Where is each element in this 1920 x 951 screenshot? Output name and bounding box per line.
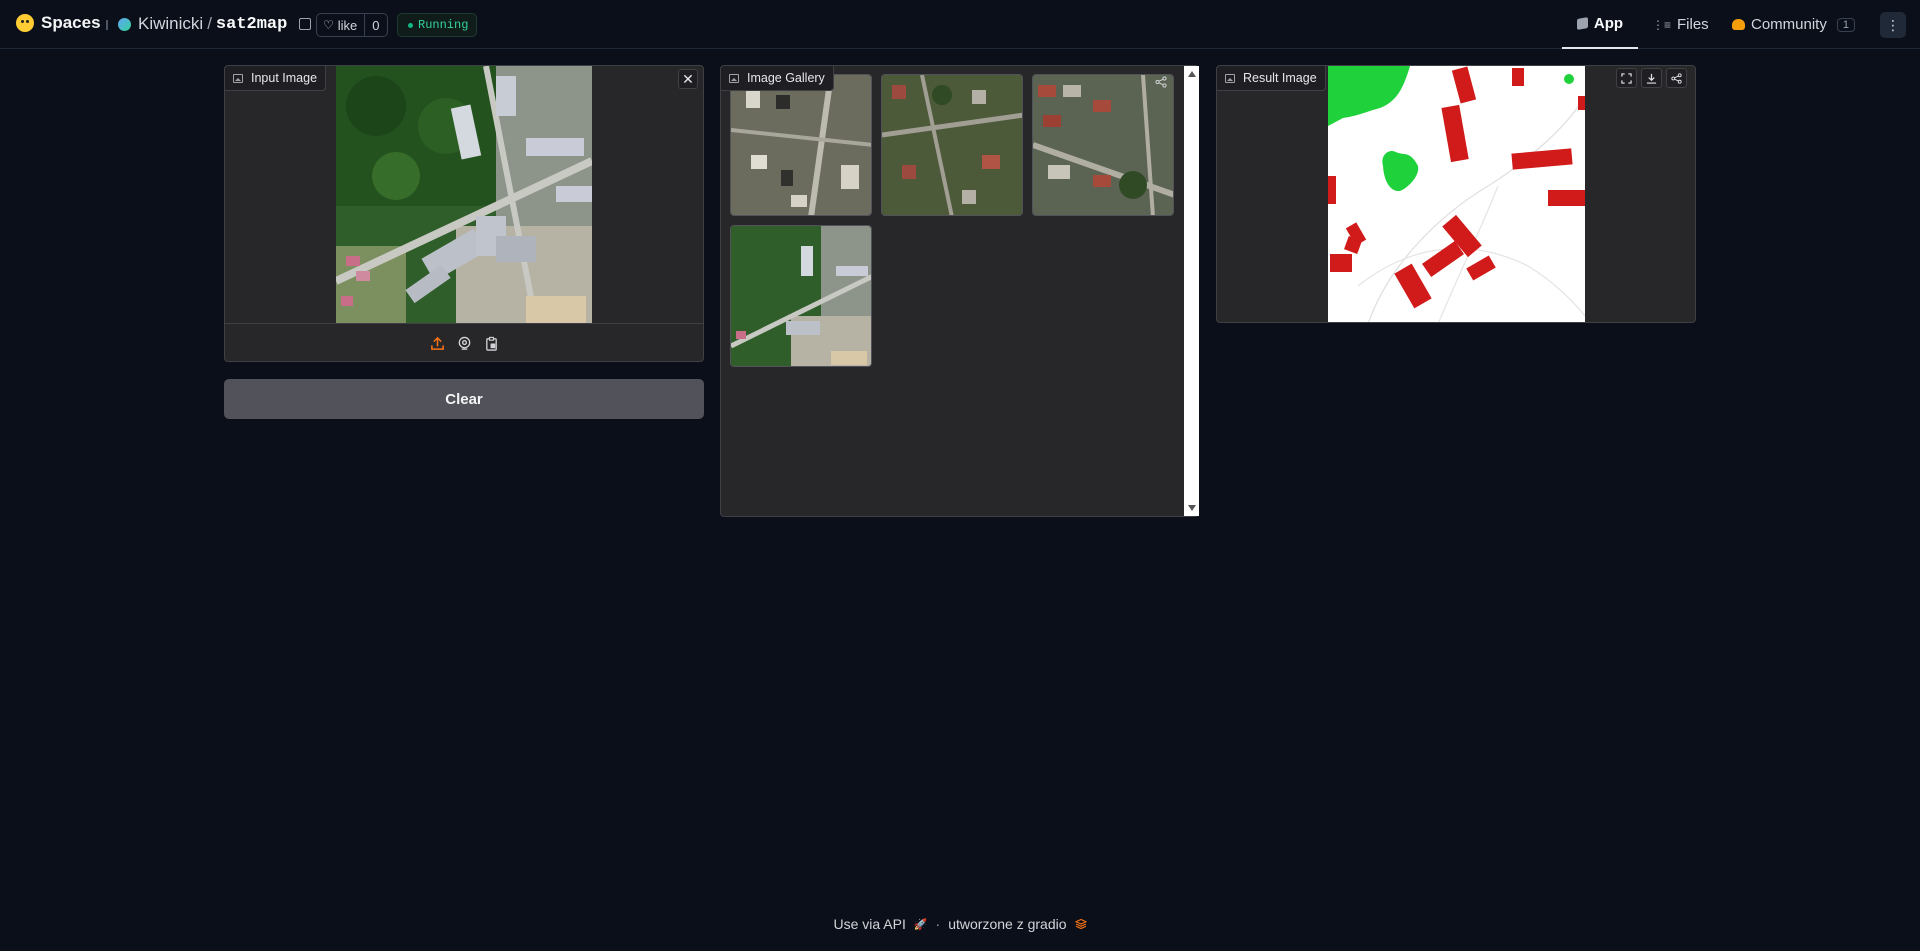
image-gallery-panel: Image Gallery <box>720 65 1199 517</box>
clipboard-icon <box>485 336 497 351</box>
footer: Use via API 🚀 · utworzone z gradio <box>0 916 1920 932</box>
gallery-scrollbar[interactable] <box>1184 66 1199 516</box>
close-icon: ✕ <box>682 70 694 87</box>
more-options-button[interactable]: ⋮ <box>1880 12 1906 38</box>
download-icon <box>1646 73 1657 84</box>
clipboard-button[interactable] <box>483 336 499 352</box>
status-badge[interactable]: Running <box>397 13 477 37</box>
download-button[interactable] <box>1641 68 1662 88</box>
image-icon <box>729 73 739 83</box>
clear-button[interactable]: Clear <box>224 379 704 419</box>
webcam-icon <box>458 336 470 350</box>
gallery-thumbnail[interactable] <box>1032 74 1174 216</box>
scroll-down-icon[interactable] <box>1188 505 1196 511</box>
tab-app-label: App <box>1593 15 1624 32</box>
divider <box>106 20 108 30</box>
result-map-image <box>1328 66 1585 322</box>
rocket-icon: 🚀 <box>913 918 928 931</box>
breadcrumb: Kiwinicki / sat2map <box>118 14 312 34</box>
community-icon <box>1732 19 1745 30</box>
community-count-badge: 1 <box>1836 17 1855 32</box>
copy-icon[interactable] <box>299 18 312 30</box>
gallery-grid <box>730 74 1174 367</box>
fullscreen-icon <box>1621 72 1632 84</box>
tab-app[interactable]: App <box>1562 0 1638 49</box>
tab-files[interactable]: ⋮≡ Files <box>1652 0 1709 49</box>
hugging-face-logo-icon <box>16 14 34 32</box>
gallery-thumbnail[interactable] <box>730 74 872 216</box>
brand-label: Spaces <box>41 13 101 32</box>
files-icon: ⋮≡ <box>1652 17 1672 32</box>
breadcrumb-separator: / <box>207 14 212 33</box>
like-label: like <box>337 17 358 33</box>
gallery-thumbnail[interactable] <box>730 225 872 367</box>
upload-icon <box>430 336 444 350</box>
divider <box>364 14 366 36</box>
scroll-up-icon[interactable] <box>1188 71 1196 77</box>
owner-avatar <box>118 17 131 31</box>
tab-community-label: Community <box>1751 16 1827 33</box>
image-gallery-label-text: Image Gallery <box>747 71 825 85</box>
image-icon <box>233 73 243 83</box>
gallery-share-button[interactable] <box>1155 75 1167 91</box>
image-icon <box>1225 73 1235 83</box>
like-count: 0 <box>372 17 380 33</box>
fullscreen-button[interactable] <box>1616 68 1637 88</box>
repo-name-link[interactable]: sat2map <box>216 15 287 34</box>
gallery-thumbnail[interactable] <box>881 74 1023 216</box>
result-image-label: Result Image <box>1217 66 1326 91</box>
image-source-bar <box>225 323 703 361</box>
owner-link[interactable]: Kiwinicki <box>138 14 203 34</box>
footer-separator: · <box>935 916 941 932</box>
result-toolbar <box>1616 68 1687 88</box>
built-with-gradio-link[interactable]: utworzone z gradio <box>948 916 1066 932</box>
share-button[interactable] <box>1666 68 1687 88</box>
input-satellite-image <box>336 66 592 323</box>
close-button[interactable]: ✕ <box>678 69 698 89</box>
top-bar: Spaces Kiwinicki / sat2map ♡ like 0 Runn… <box>0 0 1920 49</box>
input-image-label: Input Image <box>225 66 327 91</box>
gradio-logo-icon <box>1074 919 1087 929</box>
heart-icon: ♡ <box>323 18 334 32</box>
like-button[interactable]: ♡ like 0 <box>316 13 388 37</box>
input-image-label-text: Input Image <box>251 71 318 85</box>
status-text: Running <box>418 18 469 32</box>
spaces-home-link[interactable]: Spaces <box>16 13 101 33</box>
tab-community[interactable]: Community 1 <box>1732 0 1855 49</box>
cube-icon <box>1576 17 1588 30</box>
result-image-panel: Result Image <box>1216 65 1696 323</box>
kebab-icon: ⋮ <box>1886 16 1900 33</box>
webcam-button[interactable] <box>456 336 472 352</box>
result-image-label-text: Result Image <box>1243 71 1317 85</box>
upload-button[interactable] <box>429 336 445 352</box>
input-image-panel: Input Image ✕ <box>224 65 704 362</box>
share-icon <box>1155 76 1167 88</box>
tab-files-label: Files <box>1677 16 1709 33</box>
share-icon <box>1671 72 1682 84</box>
image-gallery-label: Image Gallery <box>721 66 834 91</box>
status-dot-icon <box>408 22 413 28</box>
use-via-api-link[interactable]: Use via API <box>833 916 905 932</box>
